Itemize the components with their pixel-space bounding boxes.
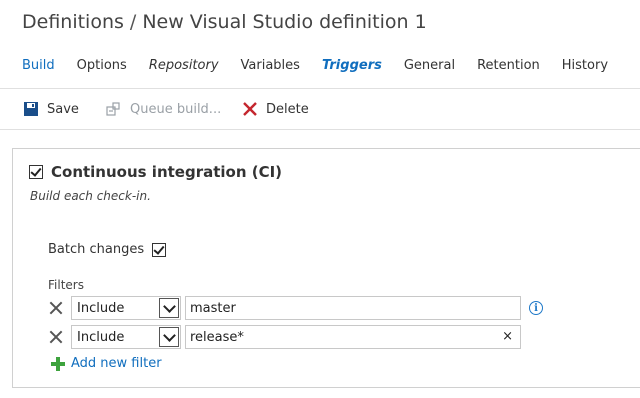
tab-triggers[interactable]: Triggers <box>322 58 382 78</box>
add-filter-label: Add new filter <box>71 356 162 371</box>
page-title: Definitions / New Visual Studio definition… <box>22 11 427 33</box>
queue-build-label: Queue build... <box>130 101 222 117</box>
filter-value-input[interactable] <box>185 325 521 349</box>
tab-general[interactable]: General <box>404 58 455 78</box>
ci-header: Continuous integration (CI) <box>29 163 282 181</box>
delete-icon <box>242 101 258 117</box>
remove-filter-icon[interactable] <box>49 330 63 344</box>
filter-value-wrap <box>181 296 521 320</box>
plus-icon <box>51 356 65 371</box>
tab-options[interactable]: Options <box>77 58 127 78</box>
queue-build-button[interactable]: Queue build... <box>106 101 221 117</box>
breadcrumb-separator: / <box>129 11 137 33</box>
filter-row: Include × <box>49 325 521 349</box>
info-icon[interactable]: i <box>529 301 543 315</box>
tab-bar: Build Options Repository Variables Trigg… <box>22 58 608 78</box>
filters-label: Filters <box>48 278 84 292</box>
tab-history[interactable]: History <box>562 58 608 78</box>
ci-trigger-panel: Continuous integration (CI) Build each c… <box>12 148 640 388</box>
batch-changes-row: Batch changes <box>48 242 167 257</box>
delete-label: Delete <box>266 101 309 117</box>
filter-type-value: Include <box>77 300 125 316</box>
tab-build[interactable]: Build <box>22 58 55 78</box>
delete-button[interactable]: Delete <box>242 101 309 117</box>
add-filter-button[interactable]: Add new filter <box>51 356 162 371</box>
ci-checkbox[interactable] <box>29 165 43 179</box>
toolbar: Save Queue build... Delete <box>0 88 640 130</box>
queue-build-icon <box>106 101 122 117</box>
filter-value-wrap: × <box>181 325 521 349</box>
chevron-down-icon[interactable] <box>159 327 179 347</box>
breadcrumb-root[interactable]: Definitions <box>22 11 124 33</box>
clear-input-icon[interactable]: × <box>502 329 513 344</box>
save-button[interactable]: Save <box>23 101 79 117</box>
save-label: Save <box>47 101 79 117</box>
definition-name: New Visual Studio definition 1 <box>142 11 427 33</box>
ci-description: Build each check-in. <box>30 189 151 203</box>
filter-value-input[interactable] <box>185 296 521 320</box>
tab-variables[interactable]: Variables <box>241 58 300 78</box>
save-icon <box>23 101 39 117</box>
tab-retention[interactable]: Retention <box>477 58 540 78</box>
remove-filter-icon[interactable] <box>49 301 63 315</box>
filter-type-select[interactable]: Include <box>71 325 181 349</box>
filter-row: Include i <box>49 296 543 320</box>
ci-label: Continuous integration (CI) <box>51 163 283 181</box>
filter-type-select[interactable]: Include <box>71 296 181 320</box>
tab-repository[interactable]: Repository <box>149 58 219 78</box>
filter-type-value: Include <box>77 329 125 345</box>
batch-changes-checkbox[interactable] <box>152 242 167 257</box>
chevron-down-icon[interactable] <box>159 298 179 318</box>
batch-changes-label: Batch changes <box>48 242 145 257</box>
